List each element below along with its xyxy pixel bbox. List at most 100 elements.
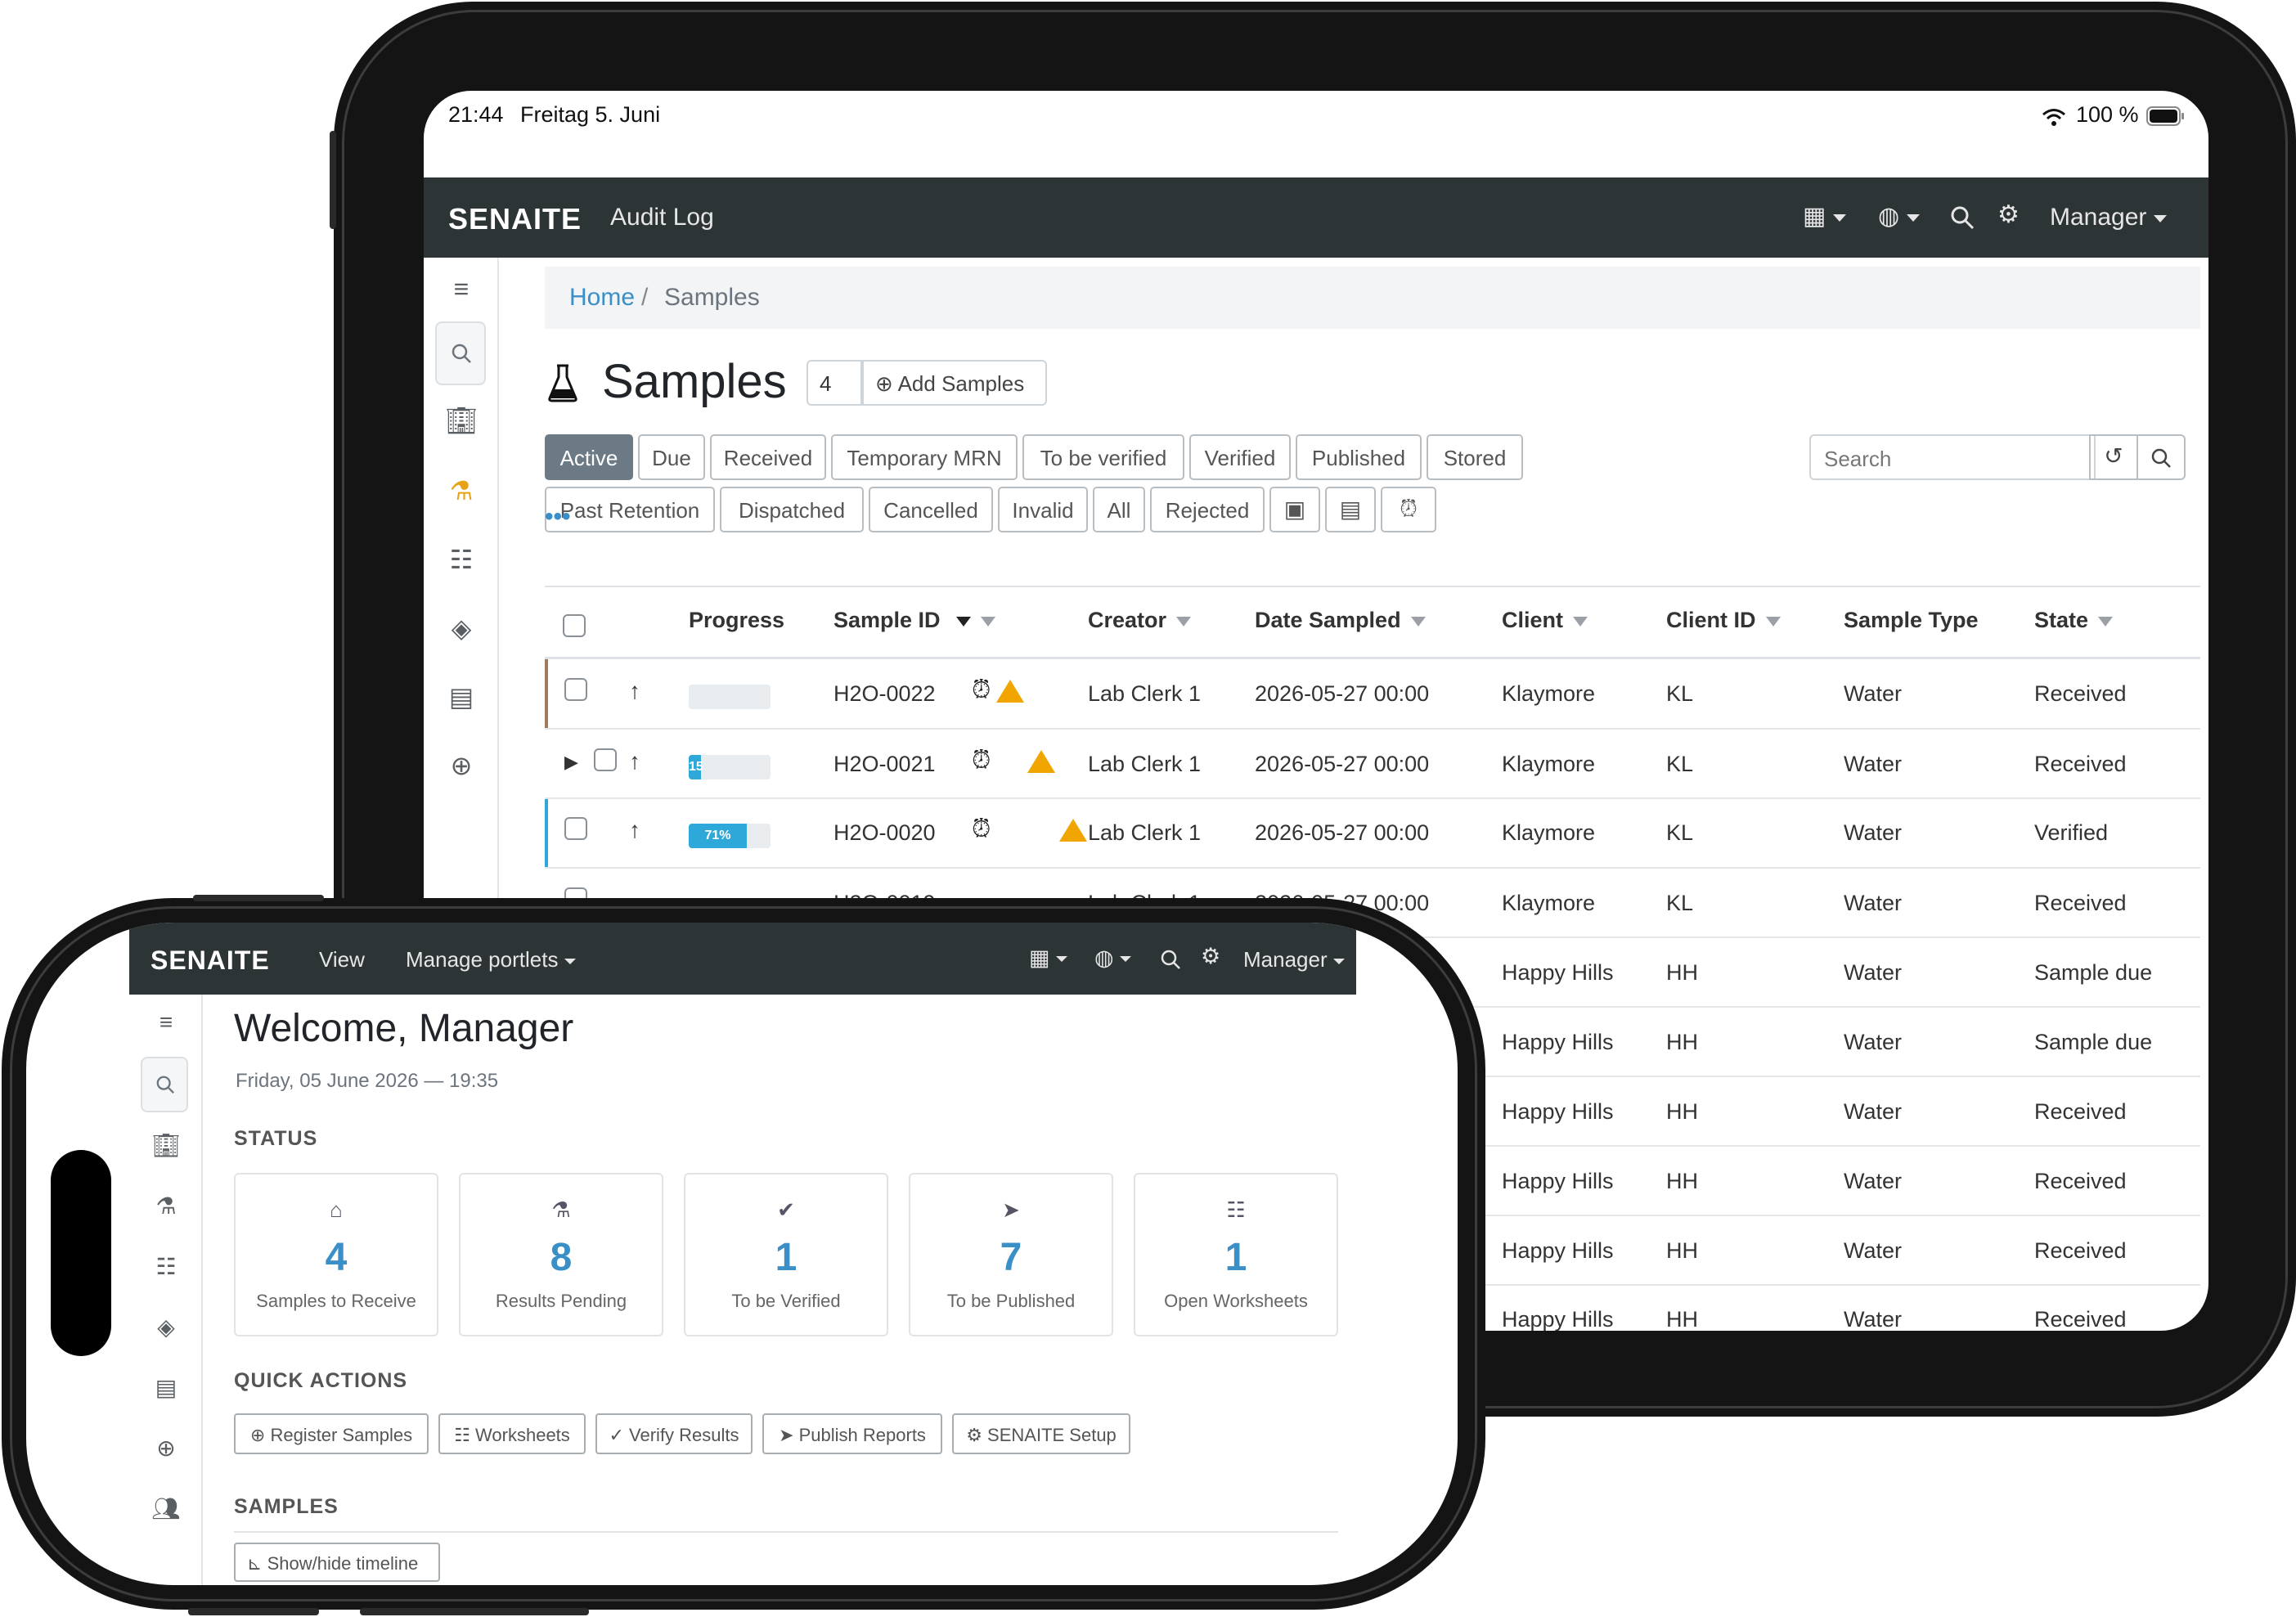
row-checkbox[interactable] [564, 817, 587, 840]
status-card-open-worksheets[interactable]: ☷ 1 Open Worksheets [1134, 1173, 1338, 1336]
flask-icon[interactable]: ⚗︎ [129, 1193, 203, 1219]
col-sample-id[interactable]: Sample ID [833, 608, 996, 633]
add-samples-button[interactable]: ⊕ Add Samples [862, 360, 1047, 406]
globe-icon[interactable]: ◍ [1878, 202, 1920, 231]
col-client[interactable]: Client [1502, 608, 1588, 633]
sidebar-search-button[interactable] [435, 321, 486, 385]
grid-icon[interactable]: ▦ [1029, 945, 1068, 971]
download-icon[interactable]: ⊕ [424, 750, 499, 781]
client-id-link[interactable]: HH [1666, 1307, 1698, 1331]
status-card-results-pending[interactable]: ⚗︎ 8 Results Pending [459, 1173, 663, 1336]
user-menu[interactable]: Manager [1243, 947, 1345, 972]
select-all-checkbox[interactable] [563, 614, 586, 637]
nav-view[interactable]: View [319, 947, 365, 972]
col-creator[interactable]: Creator [1088, 608, 1192, 633]
client-id-link[interactable]: KL [1666, 681, 1693, 707]
publish-reports-button[interactable]: ➤ Publish Reports [762, 1413, 942, 1454]
sample-id-link[interactable]: H2O-0020 [833, 820, 936, 846]
more-columns-button[interactable]: ••• [545, 503, 571, 531]
senaite-setup-button[interactable]: ⚙ SENAITE Setup [952, 1413, 1130, 1454]
col-date-sampled[interactable]: Date Sampled [1255, 608, 1426, 633]
expand-icon[interactable]: ▶ [564, 752, 578, 773]
filter-rejected[interactable]: Rejected [1150, 487, 1265, 532]
client-id-link[interactable]: HH [1666, 1030, 1698, 1055]
client-link[interactable]: Happy Hills [1502, 960, 1614, 986]
client-id-link[interactable]: KL [1666, 820, 1693, 846]
client-link[interactable]: Klaymore [1502, 752, 1595, 777]
filter-active[interactable]: Active [545, 434, 633, 480]
reset-icon[interactable]: ↺ [2089, 434, 2138, 480]
filter-to-be-verified[interactable]: To be verified [1022, 434, 1184, 480]
breadcrumb-home[interactable]: Home [569, 284, 635, 312]
brand-logo[interactable]: SENAITE [448, 202, 582, 236]
globe-icon[interactable]: ◍ [1094, 945, 1132, 971]
timeline-toggle-button[interactable]: ⊾ Show/hide timeline [234, 1543, 440, 1582]
download-icon[interactable]: ⊕ [129, 1435, 203, 1462]
client-link[interactable]: Happy Hills [1502, 1169, 1614, 1194]
sidebar-search-button[interactable] [141, 1057, 188, 1112]
filter-dispatched[interactable]: Dispatched [720, 487, 864, 532]
filter-cancelled[interactable]: Cancelled [869, 487, 993, 532]
search-button[interactable] [2136, 434, 2186, 480]
client-id-link[interactable]: HH [1666, 1169, 1698, 1194]
status-card-to-be-verified[interactable]: ✔ 1 To be Verified [684, 1173, 888, 1336]
client-link[interactable]: Klaymore [1502, 820, 1595, 846]
client-link[interactable]: Happy Hills [1502, 1030, 1614, 1055]
col-progress[interactable]: Progress [689, 608, 784, 633]
worksheet-icon[interactable]: ☷ [424, 544, 499, 575]
nav-audit-log[interactable]: Audit Log [610, 204, 714, 231]
filter-invalid[interactable]: Invalid [998, 487, 1088, 532]
client-link[interactable]: Klaymore [1502, 681, 1595, 707]
sample-id-link[interactable]: H2O-0021 [833, 752, 936, 777]
client-link[interactable]: Happy Hills [1502, 1238, 1614, 1264]
building-icon[interactable]: 🏢︎ [424, 405, 499, 436]
filter-published[interactable]: Published [1296, 434, 1422, 480]
row-checkbox[interactable] [594, 748, 617, 771]
filter-all[interactable]: All [1093, 487, 1145, 532]
filter-verified[interactable]: Verified [1189, 434, 1291, 480]
verify-results-button[interactable]: ✓ Verify Results [595, 1413, 753, 1454]
flask-icon[interactable]: ⚗︎ [424, 475, 499, 506]
client-id-link[interactable]: KL [1666, 752, 1693, 777]
search-icon[interactable] [1160, 949, 1181, 970]
row-checkbox[interactable] [564, 678, 587, 701]
sample-id-link[interactable]: H2O-0022 [833, 681, 936, 707]
clipboard-clock-icon[interactable]: ▤ [424, 681, 499, 712]
client-id-link[interactable]: HH [1666, 1238, 1698, 1264]
status-card-to-be-published[interactable]: ➤ 7 To be Published [909, 1173, 1113, 1336]
client-id-link[interactable]: KL [1666, 891, 1693, 916]
search-icon[interactable] [1950, 205, 1975, 230]
client-id-link[interactable]: HH [1666, 960, 1698, 986]
filter-temporary-mrn[interactable]: Temporary MRN [831, 434, 1018, 480]
clipboard-clock-icon[interactable]: ▤ [129, 1374, 203, 1401]
worksheets-button[interactable]: ☷ Worksheets [438, 1413, 586, 1454]
filter-stored[interactable]: Stored [1427, 434, 1523, 480]
register-samples-button[interactable]: ⊕ Register Samples [234, 1413, 429, 1454]
worksheet-icon[interactable]: ☷ [129, 1253, 203, 1280]
filter-received[interactable]: Received [710, 434, 826, 480]
brand-logo[interactable]: SENAITE [151, 945, 270, 976]
user-menu[interactable]: Manager [2050, 204, 2167, 231]
status-card-samples-to-receive[interactable]: ⌂ 4 Samples to Receive [234, 1173, 438, 1336]
sample-count-input[interactable]: 4 [807, 360, 862, 406]
client-link[interactable]: Klaymore [1502, 891, 1595, 916]
gear-icon[interactable]: ⚙ [1201, 944, 1220, 969]
layers-icon[interactable]: ◈ [129, 1314, 203, 1341]
nav-manage-portlets[interactable]: Manage portlets [406, 947, 576, 972]
menu-icon[interactable]: ≡ [424, 274, 499, 304]
client-link[interactable]: Happy Hills [1502, 1307, 1614, 1331]
filter-due[interactable]: Due [638, 434, 705, 480]
client-link[interactable]: Happy Hills [1502, 1099, 1614, 1125]
col-client-id[interactable]: Client ID [1666, 608, 1781, 633]
layers-icon[interactable]: ◈ [424, 613, 499, 644]
col-state[interactable]: State [2034, 608, 2114, 633]
search-input[interactable]: Search [1809, 434, 2096, 480]
col-sample-type[interactable]: Sample Type [1844, 608, 1979, 633]
clipboard-check-icon[interactable]: ▣ [1269, 487, 1320, 532]
users-icon[interactable]: 👥︎ [129, 1495, 203, 1522]
clipboard-icon[interactable]: ▤ [1325, 487, 1376, 532]
alarm-clock-icon[interactable]: ⏰︎ [1381, 487, 1436, 532]
gear-icon[interactable]: ⚙ [1997, 200, 2020, 229]
building-icon[interactable]: 🏢︎ [129, 1132, 203, 1159]
grid-icon[interactable]: ▦ [1803, 202, 1846, 231]
